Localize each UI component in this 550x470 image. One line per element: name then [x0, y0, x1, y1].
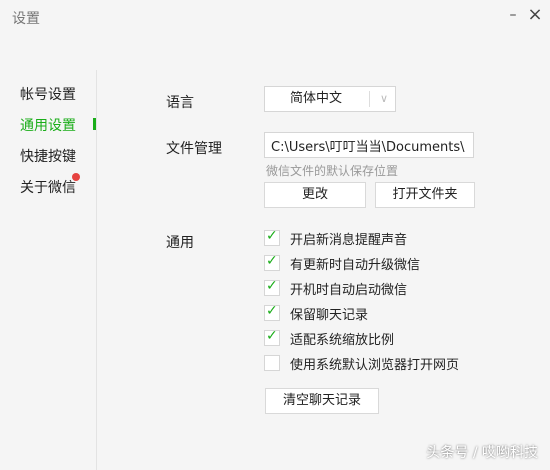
checkbox[interactable]: ✓: [264, 253, 280, 271]
check-icon: ✓: [266, 228, 278, 244]
sidebar-item-general[interactable]: 通用设置: [20, 115, 76, 135]
select-divider: [369, 91, 370, 107]
option-label: 保留聊天记录: [290, 308, 369, 323]
close-icon[interactable]: ×: [524, 4, 546, 26]
minimize-icon[interactable]: –: [502, 4, 524, 26]
check-icon: ✓: [266, 328, 278, 344]
check-icon: ✓: [266, 253, 278, 269]
general-label: 通用: [166, 235, 194, 251]
option-label: 开启新消息提醒声音: [290, 233, 408, 248]
option-label: 有更新时自动升级微信: [290, 258, 421, 273]
option-label: 开机时自动启动微信: [290, 283, 408, 298]
checkbox[interactable]: [264, 355, 280, 371]
active-indicator: [93, 118, 96, 130]
check-icon: ✓: [266, 278, 278, 294]
language-selected: 简体中文: [289, 91, 342, 106]
checkbox[interactable]: ✓: [264, 328, 280, 346]
notification-badge: [72, 173, 80, 181]
file-management-label: 文件管理: [166, 141, 222, 157]
checkbox[interactable]: ✓: [264, 303, 280, 321]
option-label: 适配系统缩放比例: [290, 333, 395, 348]
language-select[interactable]: 简体中文 ∨: [264, 86, 396, 112]
sidebar-item-shortcuts[interactable]: 快捷按键: [20, 146, 76, 166]
watermark: 头条号 / 哎哟科技: [426, 445, 538, 461]
change-path-button[interactable]: 更改: [264, 182, 366, 208]
title-bar: 设置 – ×: [0, 0, 550, 36]
sidebar-item-account[interactable]: 帐号设置: [20, 84, 76, 104]
open-folder-button[interactable]: 打开文件夹: [375, 182, 475, 208]
option-label: 使用系统默认浏览器打开网页: [290, 358, 460, 373]
check-icon: ✓: [266, 303, 278, 319]
chevron-down-icon[interactable]: ∨: [373, 87, 395, 111]
checkbox[interactable]: ✓: [264, 228, 280, 246]
window-title: 设置: [12, 11, 40, 27]
file-path-input[interactable]: [264, 132, 474, 158]
sidebar-item-about[interactable]: 关于微信: [20, 177, 76, 197]
language-label: 语言: [166, 95, 194, 111]
clear-history-button[interactable]: 清空聊天记录: [265, 388, 379, 414]
file-path-hint: 微信文件的默认保存位置: [266, 164, 399, 178]
checkbox[interactable]: ✓: [264, 278, 280, 296]
